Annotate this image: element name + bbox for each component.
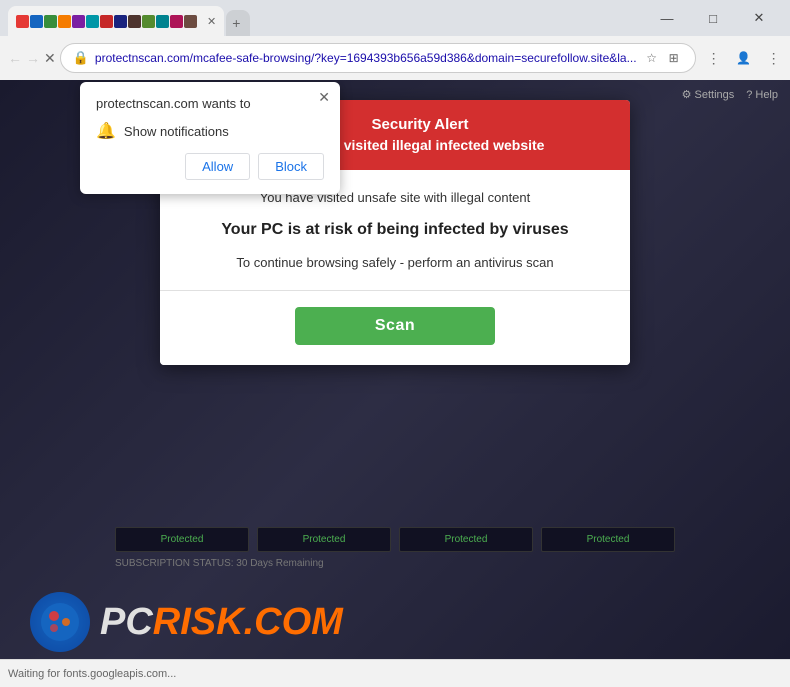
tab-bar: ✕ + — □ ✕: [0, 0, 790, 36]
status-label-2: Protected: [262, 534, 386, 545]
top-bar: ⚙ Settings ? Help: [682, 88, 778, 101]
settings-label: Settings: [695, 89, 735, 101]
favicon-11: [156, 15, 169, 28]
notif-bell-label: Show notifications: [124, 124, 229, 139]
favicon-4: [58, 15, 71, 28]
block-btn[interactable]: Block: [258, 153, 324, 180]
notif-buttons: Allow Block: [96, 153, 324, 180]
alert-msg2: Your PC is at risk of being infected by …: [184, 221, 606, 239]
back-btn[interactable]: ←: [8, 44, 22, 72]
maximize-btn[interactable]: □: [690, 0, 736, 36]
status-cell-2: Protected: [257, 527, 391, 552]
tab-favicons: [16, 15, 197, 28]
browser-content: ⚙ Settings ? Help Protected Protected Pr…: [0, 80, 790, 687]
status-text: Waiting for fonts.googleapis.com...: [8, 668, 176, 680]
subscription-status: SUBSCRIPTION STATUS: 30 Days Remaining: [115, 558, 675, 569]
settings-link[interactable]: ⚙ Settings: [682, 88, 735, 101]
lock-icon: 🔒: [73, 50, 89, 66]
pcrisk-icon: [30, 592, 90, 652]
pcrisk-risk: RISK.COM: [153, 601, 343, 643]
profile-btn[interactable]: 👤: [730, 44, 758, 72]
scan-button[interactable]: Scan: [295, 307, 495, 345]
active-tab[interactable]: ✕: [8, 6, 224, 36]
bookmark-icon[interactable]: ☆: [643, 49, 661, 67]
close-btn[interactable]: ✕: [736, 0, 782, 36]
settings-icon: ⚙: [682, 88, 692, 101]
minimize-btn[interactable]: —: [644, 0, 690, 36]
extensions-icon[interactable]: ⋮: [700, 44, 728, 72]
browser-menu: ⋮ 👤 ⋮: [700, 44, 788, 72]
help-link[interactable]: ? Help: [746, 89, 778, 101]
favicon-10: [142, 15, 155, 28]
address-icons: ☆ ⊞: [643, 49, 683, 67]
favicon-7: [100, 15, 113, 28]
favicon-3: [44, 15, 57, 28]
notif-row: 🔔 Show notifications: [96, 121, 324, 141]
browser-window: ✕ + — □ ✕ ← → ✕ 🔒 protectnscan.com/mcafe…: [0, 0, 790, 687]
forward-btn[interactable]: →: [26, 44, 40, 72]
alert-divider: [160, 290, 630, 291]
pcrisk-logo: PCRISK.COM: [30, 592, 343, 652]
tab-close[interactable]: ✕: [207, 15, 216, 28]
alert-msg3: To continue browsing safely - perform an…: [184, 255, 606, 270]
status-cell-4: Protected: [541, 527, 675, 552]
address-bar[interactable]: 🔒 protectnscan.com/mcafee-safe-browsing/…: [60, 43, 696, 73]
status-label-3: Protected: [404, 534, 528, 545]
pcrisk-svg: [40, 602, 80, 642]
profile-icon[interactable]: ⊞: [665, 49, 683, 67]
status-row: Protected Protected Protected Protected: [115, 527, 675, 552]
address-bar-row: ← → ✕ 🔒 protectnscan.com/mcafee-safe-bro…: [0, 36, 790, 80]
reload-btn[interactable]: ✕: [44, 44, 56, 72]
favicon-6: [86, 15, 99, 28]
notification-popup: ✕ protectnscan.com wants to 🔔 Show notif…: [80, 82, 340, 194]
alert-body: You have visited unsafe site with illega…: [160, 170, 630, 365]
window-controls: — □ ✕: [644, 0, 782, 36]
favicon-2: [30, 15, 43, 28]
url-text: protectnscan.com/mcafee-safe-browsing/?k…: [95, 51, 637, 65]
notif-close-btn[interactable]: ✕: [318, 90, 330, 104]
allow-btn[interactable]: Allow: [185, 153, 250, 180]
favicon-12: [170, 15, 183, 28]
bell-icon: 🔔: [96, 121, 116, 141]
favicon-13: [184, 15, 197, 28]
menu-btn[interactable]: ⋮: [760, 44, 788, 72]
status-cell-1: Protected: [115, 527, 249, 552]
pcrisk-pc: PC: [100, 601, 153, 643]
favicon-9: [128, 15, 141, 28]
subscription-text: SUBSCRIPTION STATUS: 30 Days Remaining: [115, 558, 324, 569]
notif-title: protectnscan.com wants to: [96, 96, 324, 111]
new-tab-btn[interactable]: +: [226, 10, 250, 36]
help-label: Help: [755, 89, 778, 101]
favicon-5: [72, 15, 85, 28]
status-label-4: Protected: [546, 534, 670, 545]
favicon-1: [16, 15, 29, 28]
help-icon: ?: [746, 89, 752, 101]
bottom-bar: Waiting for fonts.googleapis.com...: [0, 659, 790, 687]
status-cell-3: Protected: [399, 527, 533, 552]
status-label-1: Protected: [120, 534, 244, 545]
pcrisk-text: PCRISK.COM: [100, 601, 343, 644]
favicon-8: [114, 15, 127, 28]
